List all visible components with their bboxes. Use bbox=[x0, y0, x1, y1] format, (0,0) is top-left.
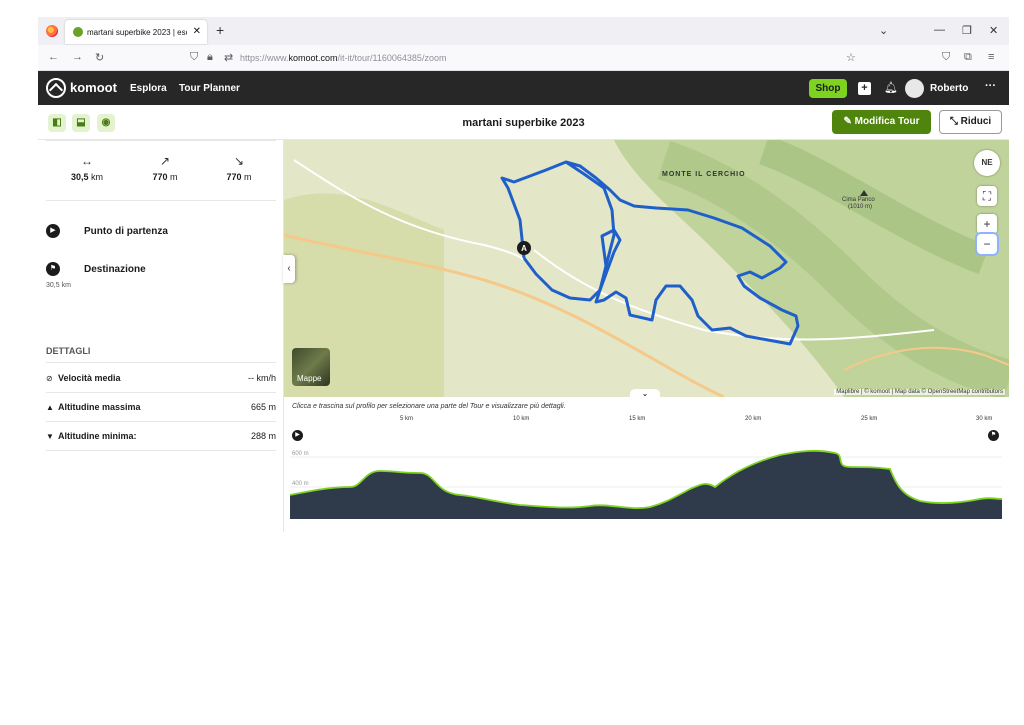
recenter-icon[interactable]: ⛶ bbox=[977, 186, 997, 206]
profile-end-icon: ⚑ bbox=[988, 430, 999, 441]
close-window-icon[interactable]: ✕ bbox=[989, 24, 998, 37]
shield-icon[interactable]: ⛉ bbox=[190, 51, 198, 64]
y-label: 600 m bbox=[292, 451, 309, 457]
collapse-panel-icon[interactable]: ‹ bbox=[283, 255, 295, 283]
triangle-down-icon: ▼ bbox=[46, 432, 54, 441]
divider bbox=[46, 200, 276, 201]
divider bbox=[46, 421, 276, 422]
start-marker-label: A bbox=[521, 244, 527, 253]
reduce-button[interactable]: ⤡ Riduci bbox=[939, 110, 1002, 134]
shop-button[interactable]: Shop bbox=[809, 79, 847, 98]
tab-title: martani superbike 2023 | escursio bbox=[87, 28, 187, 37]
expand-profile-icon[interactable]: ⌄ bbox=[630, 389, 660, 397]
back-icon[interactable]: ← bbox=[48, 51, 59, 63]
start-point-label[interactable]: Punto di partenza bbox=[84, 226, 168, 237]
detail-row-avg-speed: ⊘ Velocità media -- km/h bbox=[46, 373, 276, 383]
forward-icon[interactable]: → bbox=[72, 51, 83, 63]
close-tab-icon[interactable]: ✕ bbox=[193, 26, 201, 37]
detail-row-min-altitude: ▼ Altitudine minima: 288 m bbox=[46, 431, 276, 441]
edit-tour-button[interactable]: ✎ Modifica Tour bbox=[832, 110, 931, 134]
destination-label[interactable]: Destinazione bbox=[84, 264, 146, 275]
pencil-icon: ✎ bbox=[843, 116, 855, 127]
zoom-out-button[interactable]: − bbox=[977, 234, 997, 254]
divider bbox=[46, 450, 276, 451]
map-canvas[interactable]: A bbox=[284, 140, 1009, 397]
compass-button[interactable]: NE bbox=[974, 150, 1000, 176]
elevation-profile[interactable]: Clicca e trascina sul profilo per selezi… bbox=[284, 397, 1009, 532]
plus-icon[interactable]: + bbox=[858, 82, 871, 95]
lock-icon[interactable]: 🔒︎ bbox=[207, 51, 213, 64]
nav-tour-planner[interactable]: Tour Planner bbox=[179, 83, 240, 94]
map-attribution[interactable]: Maplibre | © komoot | Map data © OpenStr… bbox=[834, 389, 1005, 395]
new-tab-icon[interactable]: + bbox=[216, 22, 224, 38]
komoot-logo-icon[interactable] bbox=[46, 78, 66, 98]
komoot-favicon bbox=[73, 27, 83, 37]
mountain-label: MONTE IL CERCHIO bbox=[662, 171, 746, 178]
arrow-up-right-icon: ↗ bbox=[159, 154, 171, 168]
map-layers-button[interactable]: Mappe bbox=[292, 348, 330, 386]
profile-hint: Clicca e trascina sul profilo per selezi… bbox=[292, 403, 566, 410]
restore-icon[interactable]: ❐ bbox=[962, 24, 972, 37]
permissions-icon[interactable]: ⇄ bbox=[224, 51, 233, 64]
browser-tab[interactable]: martani superbike 2023 | escursio ✕ bbox=[65, 20, 207, 44]
pocket-icon[interactable]: ⛉ bbox=[942, 51, 950, 64]
speed-icon: ⊘ bbox=[46, 374, 53, 383]
brand-name[interactable]: komoot bbox=[70, 80, 117, 95]
nav-esplora[interactable]: Esplora bbox=[130, 83, 167, 94]
url-field[interactable]: https://www.komoot.com/it-it/tour/116006… bbox=[240, 53, 446, 63]
divider bbox=[46, 392, 276, 393]
firefox-icon bbox=[46, 25, 58, 37]
km-label: 30 km bbox=[976, 416, 993, 422]
y-label: 400 m bbox=[292, 481, 309, 487]
km-label: 10 km bbox=[513, 416, 530, 422]
divider bbox=[46, 140, 276, 141]
more-icon[interactable]: ··· bbox=[985, 80, 996, 92]
triangle-up-icon: ▲ bbox=[46, 403, 54, 412]
elevation-chart[interactable]: 600 m 400 m bbox=[290, 441, 1002, 519]
elevation-area bbox=[290, 450, 1002, 519]
destination-distance: 30,5 km bbox=[46, 282, 71, 289]
details-heading: DETTAGLI bbox=[46, 346, 91, 356]
finish-flag-icon: ⚑ bbox=[46, 262, 60, 276]
user-name[interactable]: Roberto bbox=[930, 83, 968, 94]
menu-icon[interactable]: ≡ bbox=[988, 51, 994, 63]
bell-icon[interactable]: 🔔︎ bbox=[884, 82, 898, 95]
divider bbox=[46, 362, 276, 363]
navigation-bar: ← → ↻ ⛉ 🔒︎ ⇄ https://www.komoot.com/it-i… bbox=[38, 45, 1009, 71]
stat-descent: ↘ 770 m bbox=[209, 154, 269, 182]
tour-map[interactable]: A MONTE IL CERCHIO Cima Panco (1010 m) N… bbox=[284, 140, 1009, 397]
chevron-down-icon[interactable]: ⌄ bbox=[879, 24, 888, 37]
horizontal-arrows-icon: ↔ bbox=[81, 154, 93, 168]
tour-details-panel: ↔ 30,5 km ↗ 770 m ↘ 770 m ▶ Punto di par… bbox=[38, 140, 284, 532]
stat-distance: ↔ 30,5 km bbox=[57, 154, 117, 182]
browser-window: martani superbike 2023 | escursio ✕ + ⌄ … bbox=[38, 17, 1009, 532]
avatar[interactable] bbox=[905, 79, 924, 98]
detail-row-max-altitude: ▲ Altitudine massima 665 m bbox=[46, 402, 276, 412]
peak-label: Cima Panco bbox=[842, 197, 875, 203]
km-label: 15 km bbox=[629, 416, 646, 422]
extensions-icon[interactable]: ⧉ bbox=[964, 51, 972, 64]
bookmark-star-icon[interactable]: ☆ bbox=[846, 51, 856, 64]
collapse-icon: ⤡ bbox=[949, 116, 961, 127]
peak-altitude: (1010 m) bbox=[848, 204, 873, 210]
komoot-header: komoot Esplora Tour Planner Shop + 🔔︎ Ro… bbox=[38, 71, 1009, 105]
km-label: 5 km bbox=[400, 416, 414, 422]
zoom-in-button[interactable]: + bbox=[977, 214, 997, 234]
tab-bar: martani superbike 2023 | escursio ✕ + ⌄ … bbox=[38, 17, 1009, 45]
start-play-icon: ▶ bbox=[46, 224, 60, 238]
arrow-down-right-icon: ↘ bbox=[233, 154, 245, 168]
km-label: 20 km bbox=[745, 416, 762, 422]
profile-start-icon: ▶ bbox=[292, 430, 303, 441]
tour-toolbar: ◧ ⬓ ◉ martani superbike 2023 ✎ Modifica … bbox=[38, 105, 1009, 140]
reload-icon[interactable]: ↻ bbox=[95, 51, 104, 64]
minimize-icon[interactable]: — bbox=[934, 24, 945, 36]
stat-ascent: ↗ 770 m bbox=[135, 154, 195, 182]
km-label: 25 km bbox=[861, 416, 878, 422]
